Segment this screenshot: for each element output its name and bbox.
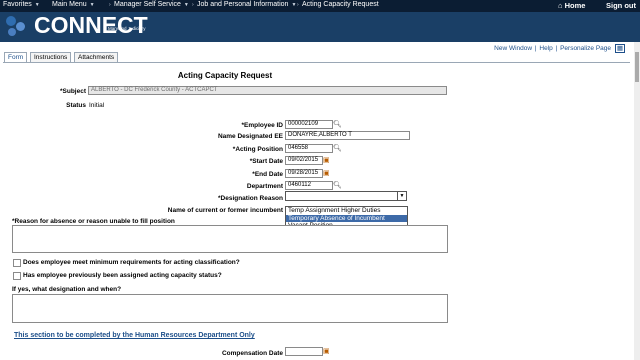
if-yes-label: If yes, what designation and when?	[12, 286, 122, 293]
status-value: Initial	[89, 102, 105, 109]
vertical-scrollbar[interactable]	[634, 42, 640, 360]
acting-position-input[interactable]: 046558	[285, 144, 333, 153]
brand-subtitle: Maryland Judiciary	[108, 26, 146, 31]
compensation-date-label: Compensation Date	[221, 350, 283, 357]
calendar-icon[interactable]: ▣	[323, 156, 330, 164]
page-links: New Window | Help | Personalize Page ▦	[494, 44, 625, 53]
new-window-link[interactable]: New Window	[494, 45, 532, 52]
previous-assignment-checkbox[interactable]	[13, 272, 21, 280]
employee-id-label: *Employee ID	[241, 122, 283, 129]
tab-form[interactable]: Form	[4, 52, 28, 62]
subject-label: *Subject	[59, 88, 86, 95]
calendar-icon[interactable]: ▣	[323, 347, 330, 355]
subject-field: ALBERTO - DC Frederick County - ACTCAPCT	[88, 86, 447, 95]
name-designated-label: Name Designated EE	[217, 133, 283, 140]
breadcrumb-manager-self-service[interactable]: Manager Self Service ▼	[114, 1, 189, 8]
logo-icon	[6, 16, 16, 26]
scrollbar-thumb[interactable]	[635, 52, 639, 82]
hr-section-link[interactable]: This section to be completed by the Huma…	[14, 332, 255, 339]
start-date-label: *Start Date	[249, 158, 283, 165]
incumbent-label: Name of current or former incumbent	[167, 207, 283, 214]
end-date-label: *End Date	[252, 171, 283, 178]
lookup-icon[interactable]: 🔍︎	[333, 181, 342, 189]
department-label: Department	[246, 183, 283, 190]
favorites-menu[interactable]: Favorites ▼	[3, 1, 40, 8]
designation-reason-label: *Designation Reason	[217, 195, 283, 202]
min-requirements-checkbox[interactable]	[13, 259, 21, 267]
home-icon: ⌂	[558, 1, 565, 10]
tab-attachments[interactable]: Attachments	[74, 52, 119, 62]
department-input[interactable]: 0460112	[285, 181, 333, 190]
employee-id-input[interactable]: 000002109	[285, 120, 333, 129]
lookup-icon[interactable]: 🔍︎	[333, 120, 342, 128]
tab-divider	[3, 62, 630, 63]
start-date-input[interactable]: 09/02/2015	[285, 156, 323, 165]
min-requirements-label: Does employee meet minimum requirements …	[23, 259, 240, 266]
breadcrumb-acting-capacity[interactable]: Acting Capacity Request	[302, 1, 379, 8]
previous-assignment-label: Has employee previously been assigned ac…	[23, 272, 222, 279]
end-date-input[interactable]: 09/28/2015	[285, 169, 323, 178]
acting-position-label: *Acting Position	[232, 146, 283, 153]
chevron-down-icon[interactable]: ▼	[397, 192, 406, 200]
main-menu[interactable]: Main Menu ▼	[52, 1, 95, 8]
calendar-icon[interactable]: ▣	[323, 169, 330, 177]
top-nav-bar: Favorites ▼ Main Menu ▼ › Manager Self Ser…	[0, 0, 640, 12]
status-label: Status	[66, 102, 86, 109]
breadcrumb-arrow-icon: ›	[297, 2, 299, 8]
page-title: Acting Capacity Request	[177, 71, 273, 80]
dropdown-option-selected[interactable]: Temporary Absence of Incumbent	[286, 214, 407, 222]
personalize-link[interactable]: Personalize Page	[560, 45, 611, 52]
tab-instructions[interactable]: Instructions	[30, 52, 72, 62]
designation-reason-select[interactable]: ▼	[285, 191, 407, 201]
breadcrumb-arrow-icon: ›	[109, 2, 111, 8]
name-designated-field: DONAYRE,ALBERTO T	[285, 131, 410, 140]
compensation-date-input[interactable]	[285, 347, 323, 356]
reason-absence-label: *Reason for absence or reason unable to …	[12, 218, 175, 225]
if-yes-textarea[interactable]	[12, 294, 448, 323]
breadcrumb-job-personal-info[interactable]: Job and Personal Information ▼	[197, 1, 296, 8]
breadcrumb-arrow-icon: ›	[192, 2, 194, 8]
dropdown-option[interactable]: Temp Assignment Higher Duties	[286, 207, 407, 215]
grid-icon[interactable]: ▦	[614, 44, 625, 53]
lookup-icon[interactable]: 🔍︎	[333, 144, 342, 152]
logo-icon-dot	[8, 28, 16, 36]
help-link[interactable]: Help	[539, 45, 552, 52]
logo-icon-dot	[16, 22, 25, 31]
signout-link[interactable]: Sign out	[606, 1, 636, 10]
reason-absence-textarea[interactable]	[12, 225, 448, 253]
home-link[interactable]: ⌂ Home	[558, 1, 585, 10]
